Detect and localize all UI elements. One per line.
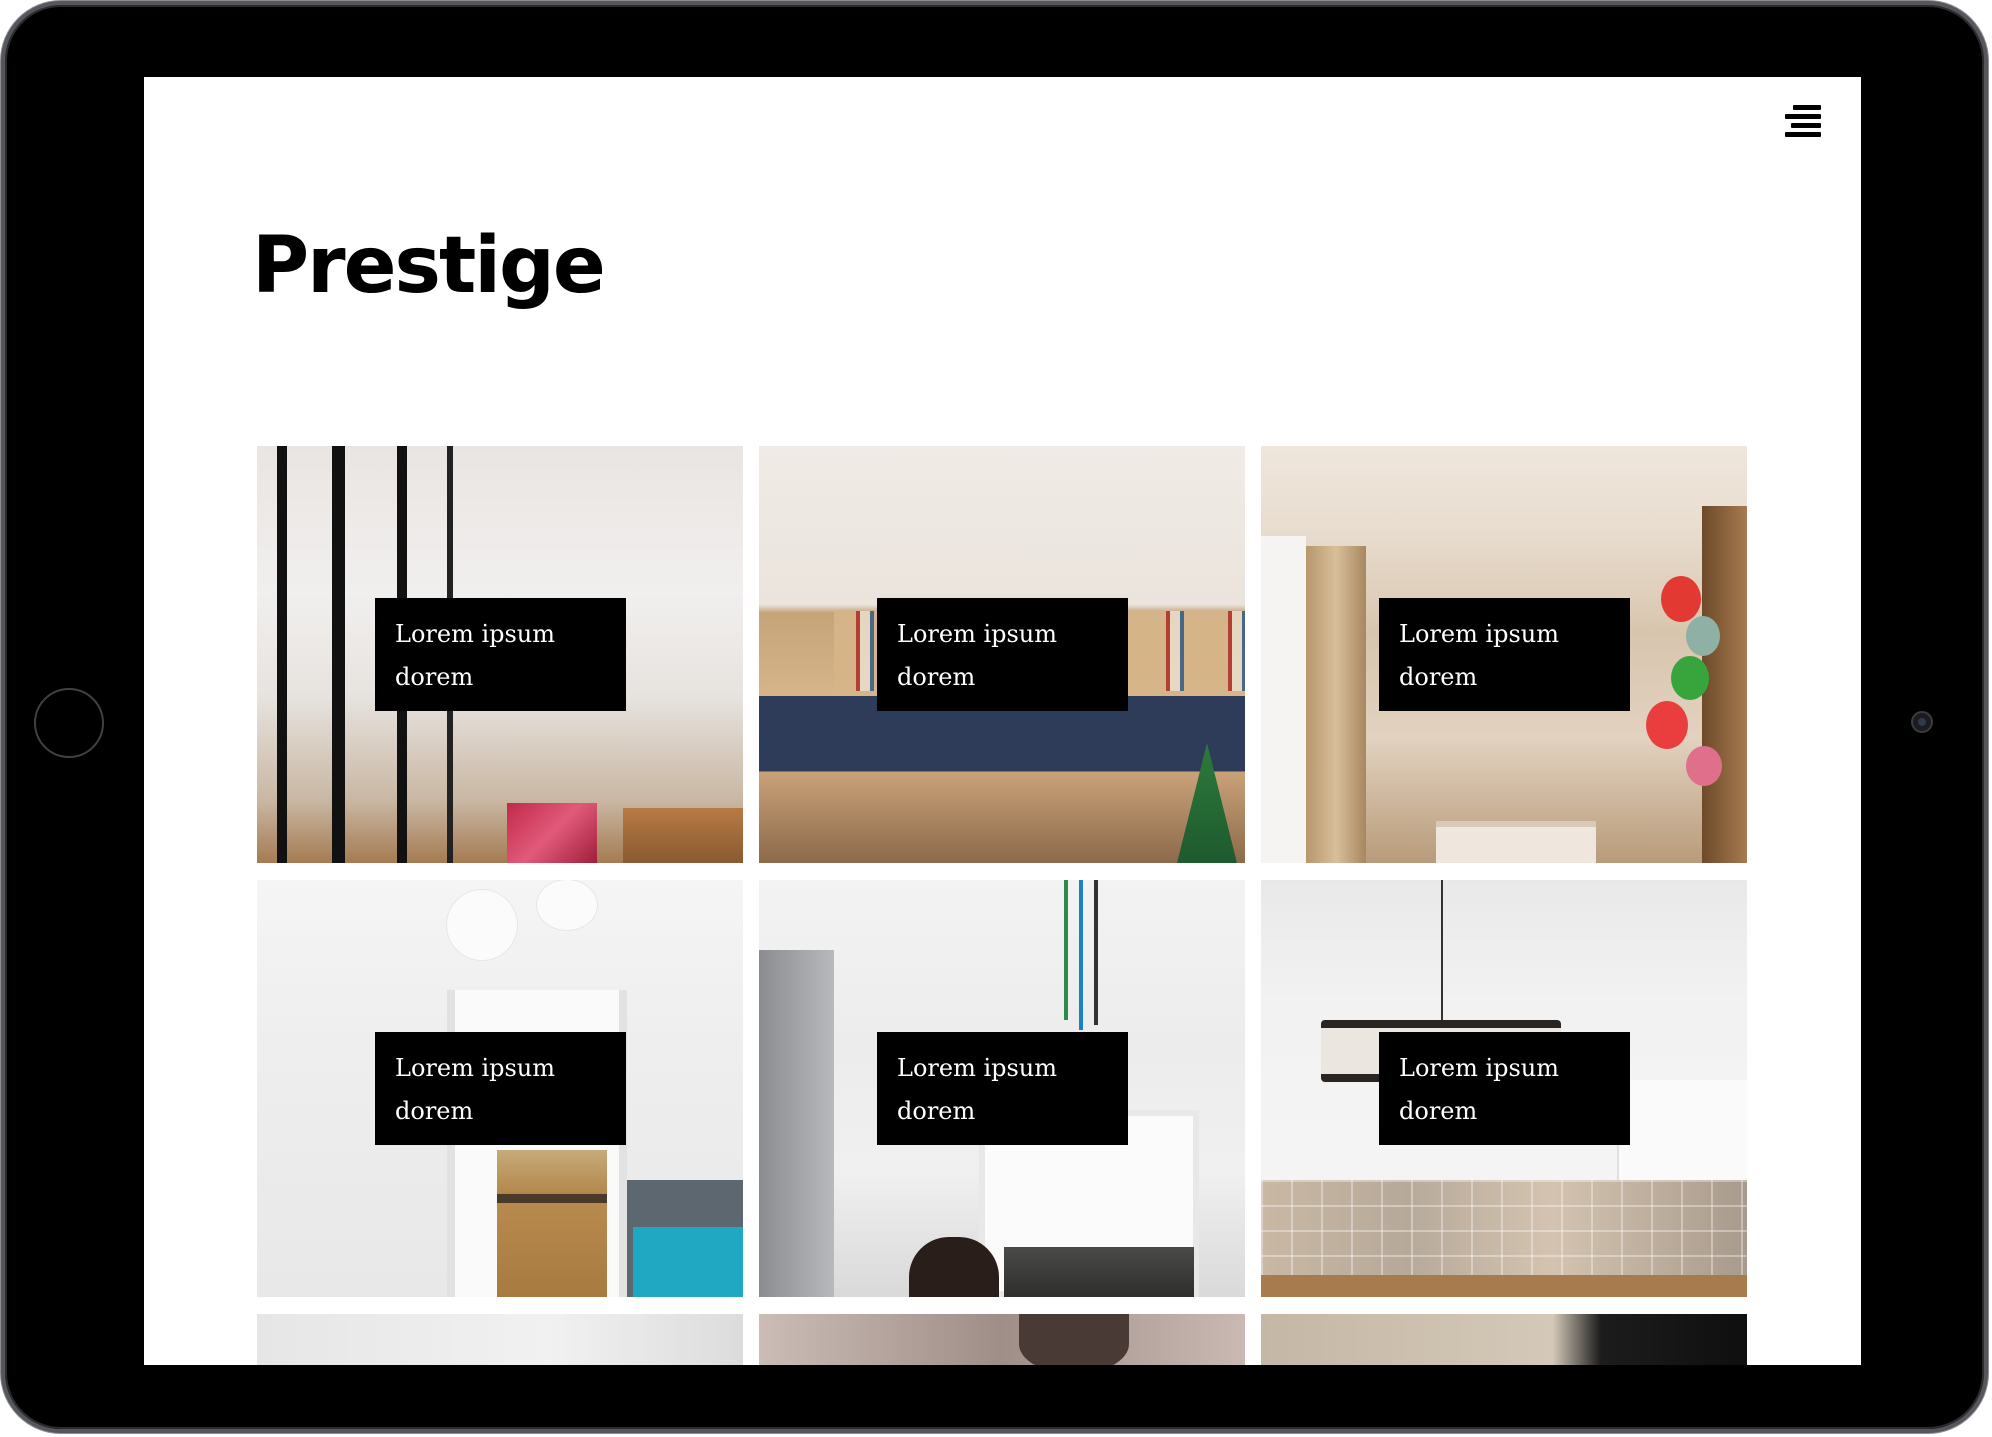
photo-detail: [1019, 1314, 1129, 1365]
caption-line: dorem: [1399, 663, 1478, 691]
photo-detail: [1261, 536, 1306, 863]
gallery-item[interactable]: Lorem ipsum dorem: [759, 880, 1245, 1297]
gallery-item[interactable]: Lorem ipsum dorem: [759, 446, 1245, 863]
tablet-frame: Prestige Lorem ipsum dorem Lorem ipsum d…: [1, 1, 1988, 1433]
menu-bar: [1791, 123, 1821, 128]
photo-detail: [507, 803, 597, 863]
photo-detail: [623, 808, 743, 863]
photo-detail: [1177, 743, 1237, 863]
menu-bar: [1793, 105, 1821, 110]
screen: Prestige Lorem ipsum dorem Lorem ipsum d…: [144, 77, 1861, 1365]
photo-detail: [1436, 821, 1596, 863]
front-camera: [1911, 711, 1933, 733]
menu-bar: [1785, 132, 1821, 137]
photo-detail: [1702, 506, 1747, 863]
caption-line: Lorem ipsum: [1399, 620, 1560, 648]
gallery-item-caption: Lorem ipsum dorem: [1379, 1032, 1630, 1145]
photo-detail: [1306, 546, 1366, 863]
caption-line: Lorem ipsum: [395, 620, 556, 648]
photo-detail: [497, 1150, 607, 1297]
gallery-item-caption: Lorem ipsum dorem: [877, 1032, 1128, 1145]
home-button[interactable]: [34, 688, 104, 758]
photo-detail: [1671, 656, 1709, 700]
caption-line: dorem: [1399, 1097, 1478, 1125]
photo-detail: [1441, 880, 1443, 1020]
gallery-item-caption: Lorem ipsum dorem: [1379, 598, 1630, 711]
caption-line: dorem: [897, 663, 976, 691]
gallery-item[interactable]: [759, 1314, 1245, 1365]
gallery-item[interactable]: Lorem ipsum dorem: [257, 880, 743, 1297]
photo-detail: [1646, 701, 1688, 749]
photo-detail: [1004, 1247, 1194, 1297]
caption-line: dorem: [395, 1097, 474, 1125]
photo-detail: [1064, 880, 1068, 1020]
photo-detail: [1094, 880, 1098, 1025]
photo-detail: [1661, 576, 1701, 622]
caption-line: Lorem ipsum: [897, 1054, 1058, 1082]
gallery-item[interactable]: Lorem ipsum dorem: [1261, 880, 1747, 1297]
gallery-grid: Lorem ipsum dorem Lorem ipsum dorem Lore…: [257, 446, 1749, 1365]
gallery-item-caption: Lorem ipsum dorem: [877, 598, 1128, 711]
menu-icon[interactable]: [1785, 103, 1821, 137]
gallery-item[interactable]: [1261, 1314, 1747, 1365]
photo-detail: [1686, 746, 1722, 786]
photo-detail: [1617, 1080, 1747, 1180]
photo-detail: [759, 950, 834, 1297]
photo-detail: [1261, 1275, 1747, 1297]
caption-line: dorem: [897, 1097, 976, 1125]
photo-detail: [1686, 616, 1720, 656]
photo-detail: [1079, 880, 1083, 1030]
gallery-item-caption: Lorem ipsum dorem: [375, 1032, 626, 1145]
caption-line: Lorem ipsum: [897, 620, 1058, 648]
photo-detail: [1261, 1180, 1747, 1280]
photo-detail: [537, 880, 597, 930]
caption-line: Lorem ipsum: [1399, 1054, 1560, 1082]
photo-detail: [633, 1227, 743, 1297]
menu-bar: [1785, 114, 1821, 119]
gallery-item[interactable]: Lorem ipsum dorem: [257, 446, 743, 863]
caption-line: dorem: [395, 663, 474, 691]
caption-line: Lorem ipsum: [395, 1054, 556, 1082]
gallery-item[interactable]: Lorem ipsum dorem: [1261, 446, 1747, 863]
gallery-item-caption: Lorem ipsum dorem: [375, 598, 626, 711]
photo-detail: [447, 890, 517, 960]
logo[interactable]: Prestige: [252, 227, 606, 305]
gallery-item[interactable]: [257, 1314, 743, 1365]
